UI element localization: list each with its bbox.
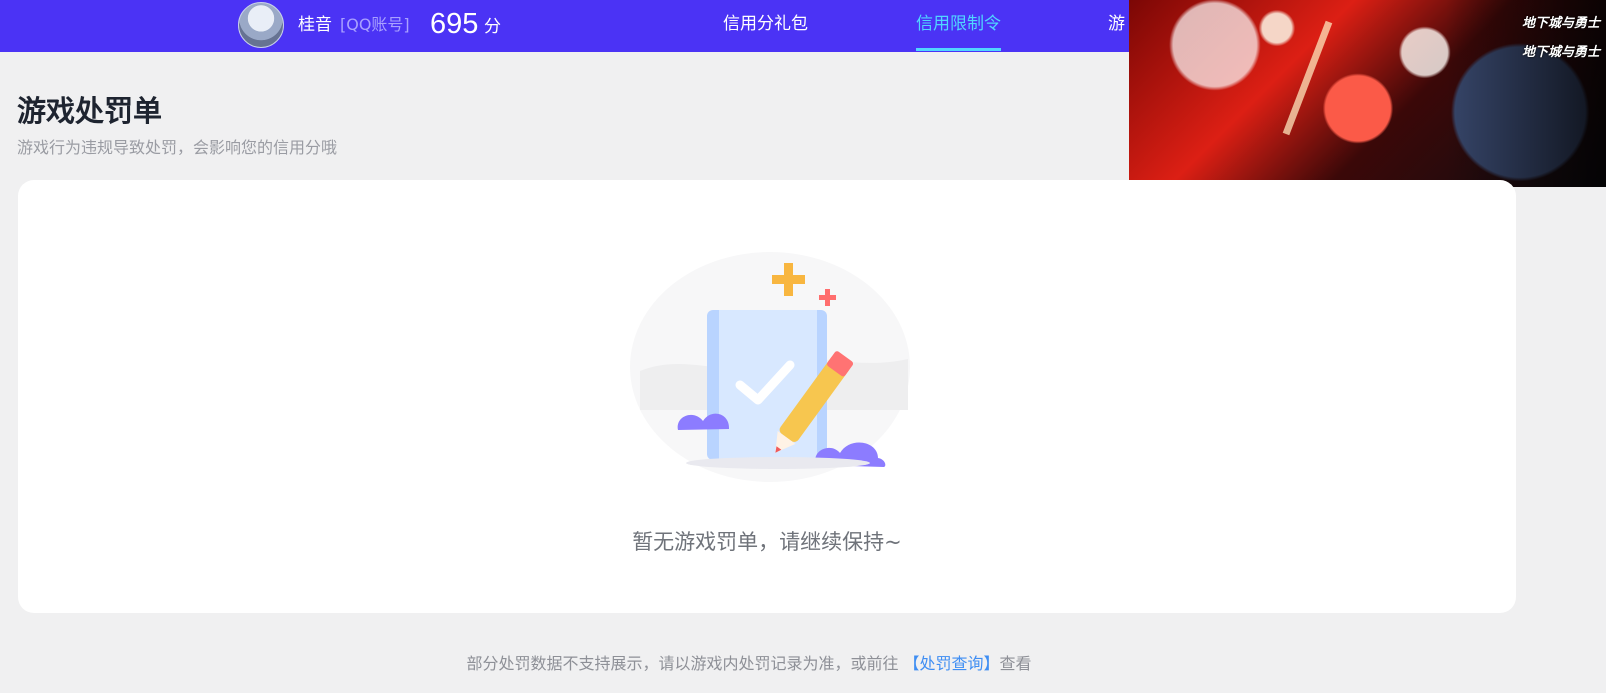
tab-credit-gift[interactable]: 信用分礼包 bbox=[723, 13, 808, 35]
shadow-shape bbox=[686, 457, 870, 469]
credit-score-unit: 分 bbox=[484, 17, 501, 37]
tab-credit-limit[interactable]: 信用限制令 bbox=[916, 13, 1001, 51]
user-name: 桂音 bbox=[298, 15, 332, 35]
punishment-list-card: 暂无游戏罚单，请继续保持~ bbox=[18, 180, 1516, 613]
empty-state-message: 暂无游戏罚单，请继续保持~ bbox=[632, 530, 902, 554]
footer-prefix: 部分处罚数据不支持展示，请以游戏内处罚记录为准，或前往 bbox=[466, 654, 904, 673]
avatar[interactable] bbox=[238, 2, 284, 48]
credit-score: 695 bbox=[430, 8, 479, 40]
footer-suffix: 查看 bbox=[999, 654, 1032, 673]
game-logo: 地下城与勇士 bbox=[1521, 16, 1600, 31]
page-subtitle: 游戏行为违规导致处罚，会影响您的信用分哦 bbox=[17, 138, 338, 157]
page-title: 游戏处罚单 bbox=[17, 94, 163, 128]
empty-state-illustration-icon bbox=[630, 252, 910, 482]
game-ad-banner[interactable]: 地下城与勇士 地下城与勇士 bbox=[1129, 0, 1606, 187]
tab-game-partial[interactable]: 游 bbox=[1108, 13, 1129, 35]
account-type: [QQ账号] bbox=[340, 15, 410, 34]
game-logo-secondary: 地下城与勇士 bbox=[1521, 45, 1600, 60]
punishment-query-link[interactable]: 【处罚查询】 bbox=[904, 654, 1000, 673]
footer-note: 部分处罚数据不支持展示，请以游戏内处罚记录为准，或前往 【处罚查询】查看 bbox=[0, 653, 1498, 675]
